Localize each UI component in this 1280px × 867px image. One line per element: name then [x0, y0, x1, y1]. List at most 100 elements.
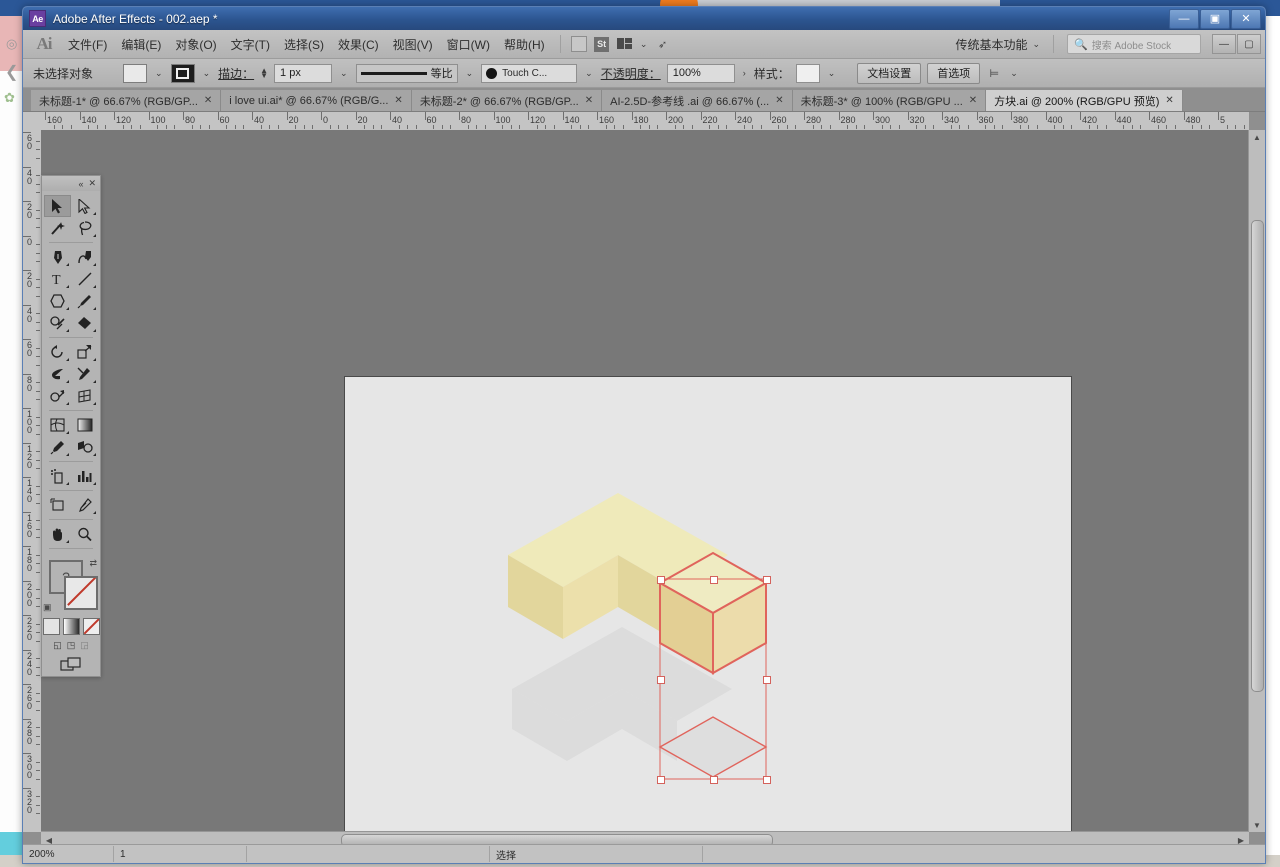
fill-stroke-proxy[interactable]: ? ⇄ ▣	[42, 558, 100, 614]
eraser-tool[interactable]	[71, 312, 98, 334]
stroke-proxy-swatch[interactable]	[64, 576, 98, 610]
document-tab-3[interactable]: 未标题-2* @ 66.67% (RGB/GP... ✕	[411, 90, 603, 111]
align-to-artboard-icon[interactable]: ⊨	[986, 65, 1002, 81]
drawing-mode-buttons[interactable]: ◱ ◳ ◲	[42, 638, 100, 654]
menu-view[interactable]: 视图(V)	[386, 32, 440, 57]
ae-title-bar[interactable]: Ae Adobe After Effects - 002.aep * — ▣ ✕	[23, 7, 1265, 30]
free-transform-tool[interactable]	[71, 363, 98, 385]
magic-wand-tool[interactable]	[44, 217, 71, 239]
tools-panel[interactable]: « ✕ T ⇄ ▣ ◱ ◳ ◲	[41, 175, 101, 677]
draw-behind-icon[interactable]: ◳	[67, 640, 76, 651]
close-icon[interactable]: ✕	[775, 95, 783, 106]
stroke-weight-stepper[interactable]: ▲ ▼	[260, 67, 268, 80]
vertical-scroll-thumb[interactable]	[1251, 220, 1264, 692]
document-tab-1[interactable]: 未标题-1* @ 66.67% (RGB/GP... ✕	[31, 90, 222, 111]
none-fill-mode-icon[interactable]	[82, 618, 100, 635]
paintbrush-tool[interactable]	[71, 290, 98, 312]
document-tab-6-active[interactable]: 方块.ai @ 200% (RGB/GPU 预览) ✕	[986, 90, 1183, 111]
curvature-tool[interactable]	[71, 246, 98, 268]
menu-type[interactable]: 文字(T)	[224, 32, 277, 57]
status-bar[interactable]: 200% 1 选择	[23, 844, 1265, 863]
eyedropper-tool[interactable]	[44, 436, 71, 458]
stroke-weight-chevron-down-icon[interactable]: ⌄	[338, 68, 350, 79]
opacity-options-arrow-icon[interactable]: ›	[741, 68, 748, 78]
mesh-tool[interactable]	[44, 414, 71, 436]
selection-tool[interactable]	[44, 195, 71, 217]
handle-top-right[interactable]	[763, 576, 771, 584]
behance-icon[interactable]: ➶	[653, 35, 673, 53]
opacity-field[interactable]: 100%	[666, 63, 735, 83]
artboard-tool[interactable]	[44, 494, 71, 516]
pen-tool[interactable]	[44, 246, 71, 268]
handle-bottom-right[interactable]	[763, 776, 771, 784]
document-tab-2[interactable]: i love ui.ai* @ 66.67% (RGB/G... ✕	[221, 90, 412, 111]
ae-close-button[interactable]: ✕	[1231, 9, 1261, 29]
menu-object[interactable]: 对象(O)	[168, 32, 223, 57]
handle-bottom-center[interactable]	[710, 776, 718, 784]
close-icon[interactable]: ✕	[585, 95, 593, 106]
ae-minimize-button[interactable]: —	[1169, 9, 1199, 29]
brush-definition-selector[interactable]: Touch C...	[481, 63, 578, 83]
direct-selection-tool[interactable]	[71, 195, 98, 217]
canvas-area[interactable]	[41, 130, 1249, 832]
stock-icon[interactable]: St	[592, 35, 612, 53]
fill-color-swatch[interactable]	[123, 63, 148, 83]
perspective-grid-tool[interactable]	[71, 385, 98, 407]
current-tool-label[interactable]: 选择	[490, 846, 703, 862]
document-setup-button[interactable]: 文档设置	[857, 62, 922, 84]
stroke-weight-field[interactable]: 1 px	[274, 63, 333, 83]
fill-mode-buttons[interactable]	[42, 616, 100, 638]
menu-select[interactable]: 选择(S)	[277, 32, 331, 57]
close-icon[interactable]: ✕	[394, 95, 402, 106]
vertical-scrollbar[interactable]: ▲ ▼	[1248, 130, 1265, 832]
shape-builder-tool[interactable]	[44, 385, 71, 407]
line-segment-tool[interactable]	[71, 268, 98, 290]
shape-tool[interactable]	[44, 290, 71, 312]
graphic-style-swatch[interactable]	[795, 63, 820, 83]
handle-middle-left[interactable]	[657, 676, 665, 684]
stroke-color-swatch[interactable]	[170, 63, 195, 83]
menu-help[interactable]: 帮助(H)	[497, 32, 552, 57]
ae-window-controls[interactable]: — ▣ ✕	[1169, 9, 1261, 29]
preferences-button[interactable]: 首选项	[927, 62, 981, 84]
scroll-down-icon[interactable]: ▼	[1249, 818, 1265, 832]
symbol-sprayer-tool[interactable]	[44, 465, 71, 487]
stroke-chevron-down-icon[interactable]: ⌄	[201, 68, 213, 79]
scroll-up-icon[interactable]: ▲	[1249, 130, 1265, 144]
illustrator-window-controls[interactable]: — ▢	[1212, 34, 1261, 54]
document-tab-4[interactable]: AI-2.5D-参考线 .ai @ 66.67% (... ✕	[602, 90, 793, 111]
rotate-tool[interactable]	[44, 341, 71, 363]
gradient-fill-mode-icon[interactable]	[62, 618, 80, 635]
default-fill-stroke-icon[interactable]: ▣	[43, 602, 52, 613]
blend-tool[interactable]	[71, 436, 98, 458]
vertical-ruler[interactable]: 60 40 20 0 20 40 60 80 100 120 140 160 180 200 220 240 2…	[23, 130, 42, 832]
column-graph-tool[interactable]	[71, 465, 98, 487]
slice-tool[interactable]	[71, 494, 98, 516]
fill-chevron-down-icon[interactable]: ⌄	[153, 68, 165, 79]
style-chevron-down-icon[interactable]: ⌄	[826, 68, 838, 79]
artboard-navigator[interactable]: 1	[114, 846, 247, 862]
lasso-tool[interactable]	[71, 217, 98, 239]
close-icon[interactable]: ✕	[1165, 95, 1173, 106]
ae-maximize-button[interactable]: ▣	[1200, 9, 1230, 29]
gradient-tool[interactable]	[71, 414, 98, 436]
color-fill-mode-icon[interactable]	[42, 618, 60, 635]
close-icon[interactable]: ✕	[969, 95, 977, 106]
menu-edit[interactable]: 编辑(E)	[114, 32, 168, 57]
brush-chevron-down-icon[interactable]: ⌄	[583, 68, 595, 79]
handle-middle-right[interactable]	[763, 676, 771, 684]
document-tab-5[interactable]: 未标题-3* @ 100% (RGB/GPU ... ✕	[792, 90, 987, 111]
bridge-icon[interactable]	[569, 35, 589, 53]
handle-top-center[interactable]	[710, 576, 718, 584]
artboard[interactable]	[344, 376, 1072, 832]
hand-tool[interactable]	[44, 523, 71, 545]
handle-bottom-left[interactable]	[657, 776, 665, 784]
zoom-tool[interactable]	[71, 523, 98, 545]
arrange-chevron-down-icon[interactable]: ⌄	[638, 35, 650, 53]
handle-top-left[interactable]	[657, 576, 665, 584]
stroke-profile-selector[interactable]: 等比	[355, 63, 458, 83]
scale-tool[interactable]	[71, 341, 98, 363]
tools-panel-header[interactable]: « ✕	[42, 176, 100, 191]
horizontal-ruler[interactable]: 160 140 120 100 80 60 40 20 0 20 40 60 80 100 120 140 16…	[41, 112, 1249, 131]
close-panel-icon[interactable]: ✕	[88, 178, 96, 189]
